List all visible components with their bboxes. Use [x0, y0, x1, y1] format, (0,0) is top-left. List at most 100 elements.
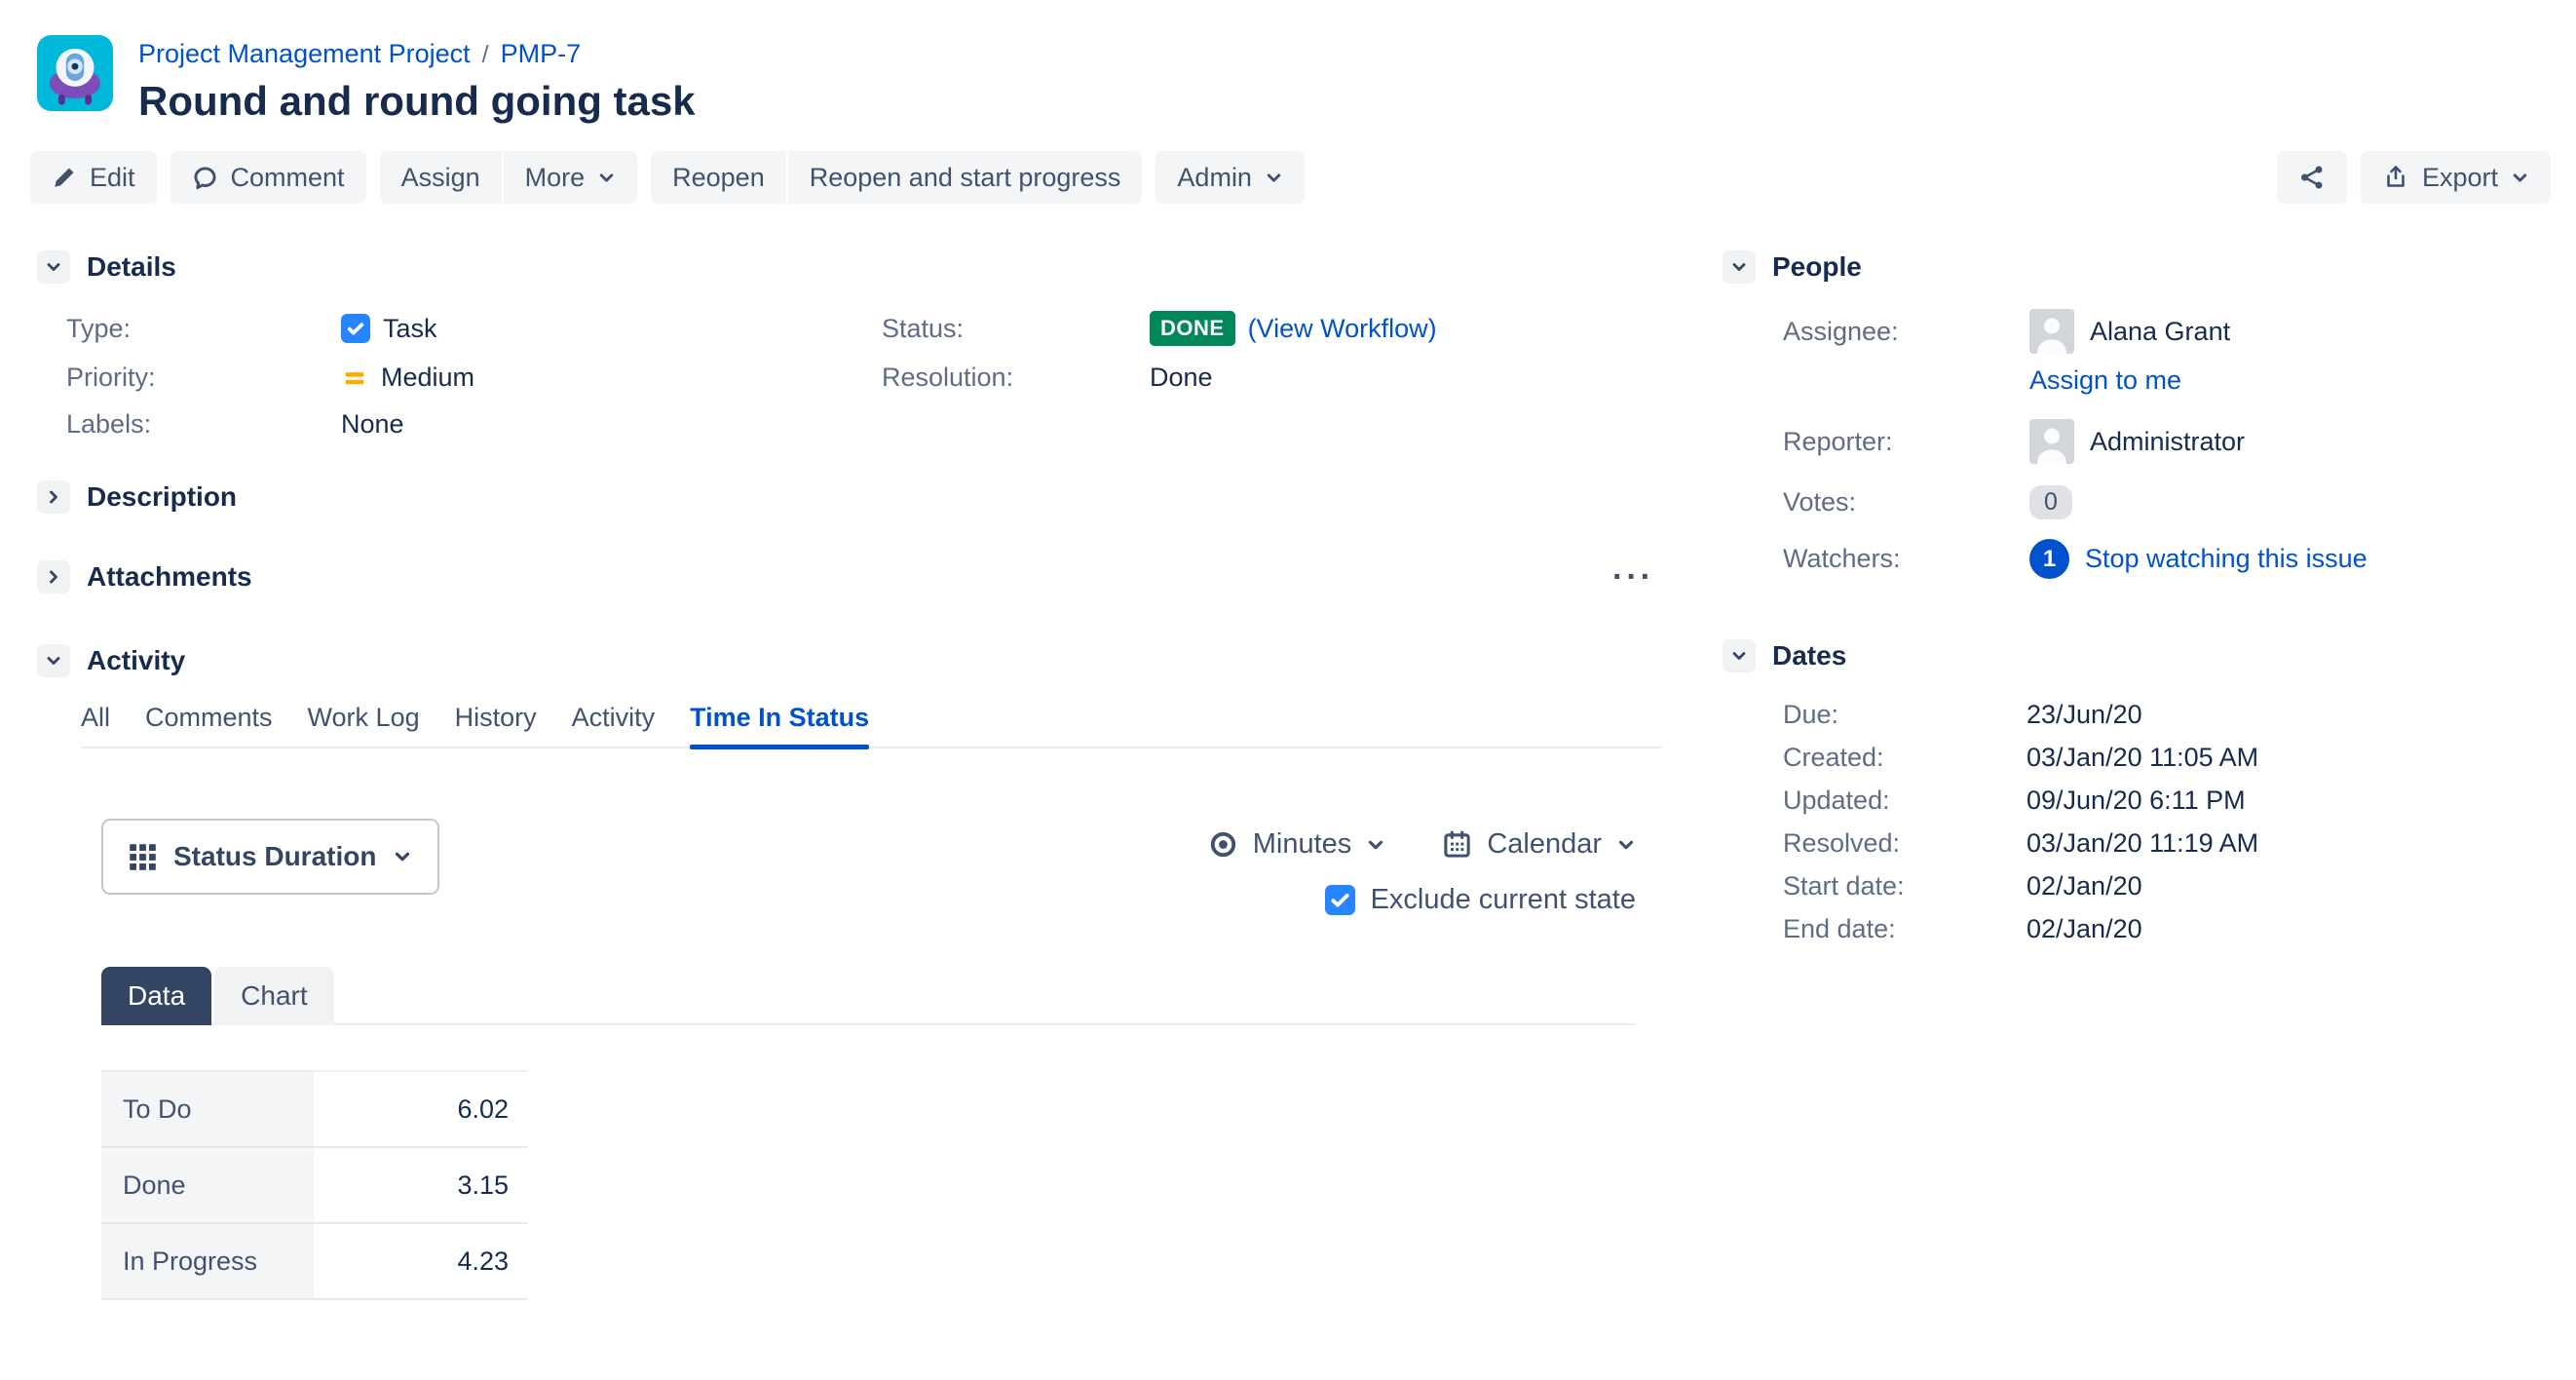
collapse-dates-button[interactable] — [1723, 639, 1756, 672]
breadcrumb-project-link[interactable]: Project Management Project — [138, 39, 471, 69]
project-avatar[interactable] — [37, 35, 113, 111]
labels-label: Labels: — [66, 409, 341, 440]
dates-section-header[interactable]: Dates — [1723, 639, 2562, 672]
attachments-more-options-icon[interactable]: ··· — [1612, 569, 1654, 586]
chevron-down-icon — [1729, 646, 1749, 666]
exclude-current-state-option[interactable]: Exclude current state — [1325, 884, 1636, 916]
tab-history[interactable]: History — [455, 703, 537, 747]
assign-button-label: Assign — [401, 163, 480, 193]
collapse-activity-button[interactable] — [37, 644, 70, 677]
reopen-button[interactable]: Reopen — [651, 151, 786, 204]
issue-toolbar: Edit Comment Assign More Reopen — [30, 151, 2551, 204]
tab-work-log[interactable]: Work Log — [308, 703, 420, 747]
tab-data[interactable]: Data — [101, 967, 211, 1025]
expand-attachments-button[interactable] — [37, 560, 70, 594]
watchers-count-badge[interactable]: 1 — [2029, 539, 2069, 579]
admin-button[interactable]: Admin — [1155, 151, 1305, 204]
people-section-title: People — [1772, 251, 1862, 283]
chevron-down-icon — [1729, 257, 1749, 277]
labels-value: None — [341, 409, 882, 440]
avatar — [2029, 309, 2074, 354]
assign-button-group: Assign More — [380, 151, 638, 204]
chevron-down-icon — [393, 847, 412, 866]
breadcrumb: Project Management Project / PMP-7 — [138, 39, 696, 69]
details-section-header[interactable]: Details — [37, 250, 1666, 284]
chevron-down-icon — [1366, 835, 1385, 855]
tab-activity[interactable]: Activity — [572, 703, 656, 747]
reopen-and-start-progress-button[interactable]: Reopen and start progress — [788, 151, 1143, 204]
time-in-status-panel: Status Duration Mi — [101, 819, 1636, 1300]
breadcrumb-separator: / — [482, 41, 489, 69]
priority-value: Medium — [341, 363, 882, 393]
task-type-icon — [341, 314, 370, 343]
collapse-details-button[interactable] — [37, 250, 70, 284]
due-label: Due: — [1783, 700, 2027, 730]
status-duration-table: To Do 6.02 Done 3.15 In Progress 4.23 — [101, 1070, 528, 1300]
tab-all[interactable]: All — [81, 703, 110, 747]
comment-button[interactable]: Comment — [170, 151, 366, 204]
view-workflow-link[interactable]: (View Workflow) — [1248, 314, 1437, 344]
attachments-section-header[interactable]: Attachments ··· — [37, 560, 1666, 594]
export-button[interactable]: Export — [2361, 151, 2551, 204]
resolution-value: Done — [1150, 363, 1666, 393]
header-text: Project Management Project / PMP-7 Round… — [138, 35, 696, 124]
priority-label: Priority: — [66, 363, 341, 393]
attachments-section: Attachments ··· — [37, 560, 1666, 594]
chevron-right-icon — [44, 487, 63, 507]
type-value: Task — [341, 314, 882, 344]
reopen-and-start-progress-label: Reopen and start progress — [810, 163, 1121, 193]
description-section: Description — [37, 480, 1666, 514]
more-button[interactable]: More — [504, 151, 638, 204]
assign-to-me-row: Assign to me — [1783, 365, 2562, 396]
assign-button[interactable]: Assign — [380, 151, 502, 204]
people-section: People Assignee: Alana Grant Assign to m… — [1723, 250, 2562, 579]
status-label: Status: — [882, 314, 1150, 344]
comment-button-label: Comment — [231, 163, 345, 193]
time-in-status-controls: Status Duration Mi — [101, 819, 1636, 916]
collapse-people-button[interactable] — [1723, 250, 1756, 284]
table-row: To Do 6.02 — [101, 1071, 528, 1147]
details-section-title: Details — [87, 251, 176, 283]
dates-section: Dates Due: 23/Jun/20 Created: 03/Jan/20 … — [1723, 639, 2562, 944]
activity-section: Activity All Comments Work Log History A… — [37, 644, 1666, 1300]
unit-calendar-row: Minutes — [1208, 828, 1636, 861]
status-badge: DONE — [1150, 311, 1235, 346]
tab-time-in-status[interactable]: Time In Status — [690, 703, 869, 747]
status-duration-selector[interactable]: Status Duration — [101, 819, 439, 895]
status-minutes-cell: 6.02 — [314, 1071, 528, 1147]
breadcrumb-issue-link[interactable]: PMP-7 — [501, 39, 582, 69]
details-grid: Type: Task Status: DONE (View Workflow) … — [66, 311, 1666, 440]
votes-count-badge[interactable]: 0 — [2029, 485, 2072, 519]
page-title: Round and round going task — [138, 78, 696, 124]
description-section-title: Description — [87, 481, 237, 513]
tab-comments[interactable]: Comments — [145, 703, 273, 747]
edit-button[interactable]: Edit — [30, 151, 157, 204]
assign-to-me-link[interactable]: Assign to me — [2029, 365, 2181, 396]
assignee-row: Assignee: Alana Grant — [1783, 309, 2562, 354]
tab-chart[interactable]: Chart — [214, 967, 333, 1025]
activity-section-title: Activity — [87, 645, 185, 676]
status-duration-selector-label: Status Duration — [173, 841, 376, 872]
type-value-text: Task — [383, 314, 437, 344]
stop-watching-link[interactable]: Stop watching this issue — [2085, 544, 2368, 574]
unit-selector[interactable]: Minutes — [1208, 828, 1386, 861]
grid-icon — [129, 843, 157, 871]
unit-selector-label: Minutes — [1253, 828, 1352, 861]
resolved-label: Resolved: — [1783, 828, 2027, 859]
due-value: 23/Jun/20 — [2027, 700, 2562, 730]
edit-button-label: Edit — [90, 163, 135, 193]
table-row: In Progress 4.23 — [101, 1223, 528, 1299]
expand-description-button[interactable] — [37, 480, 70, 514]
share-button[interactable] — [2277, 151, 2347, 204]
start-date-label: Start date: — [1783, 871, 2027, 901]
sidebar-column: People Assignee: Alana Grant Assign to m… — [1723, 250, 2562, 944]
status-minutes-cell: 3.15 — [314, 1147, 528, 1223]
people-section-header[interactable]: People — [1723, 250, 2562, 284]
project-avatar-monster-icon — [37, 35, 113, 111]
chevron-down-icon — [44, 257, 63, 277]
calendar-selector[interactable]: Calendar — [1442, 828, 1636, 861]
activity-section-header[interactable]: Activity — [37, 644, 1666, 677]
checkbox-checked-icon[interactable] — [1325, 885, 1355, 915]
description-section-header[interactable]: Description — [37, 480, 1666, 514]
exclude-current-state-label: Exclude current state — [1371, 884, 1636, 916]
